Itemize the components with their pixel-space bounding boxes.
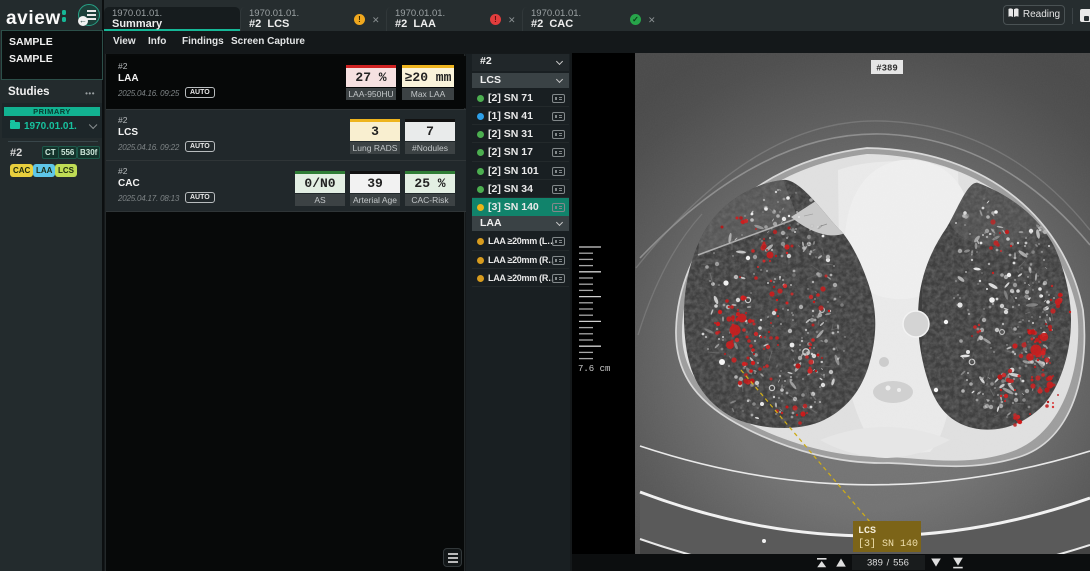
svg-text:LCS: LCS — [858, 526, 876, 537]
svg-text:389 / 556: 389 / 556 — [867, 558, 909, 569]
svg-text:[3] SN 140: [3] SN 140 — [858, 538, 918, 550]
svg-text:#389: #389 — [876, 64, 898, 74]
svg-text:7.6 cm: 7.6 cm — [578, 364, 610, 374]
